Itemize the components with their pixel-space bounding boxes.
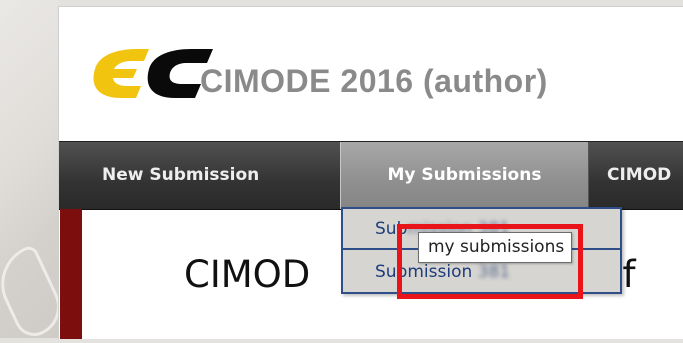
nav-cimode[interactable]: CIMOD: [607, 142, 671, 209]
app-title: CIMODE 2016 (author): [200, 63, 548, 99]
main-navbar: New Submission My Submissions CIMOD: [59, 141, 683, 210]
page-container: CIMODE 2016 (author) New Submission My S…: [58, 6, 683, 339]
nav-new-submission[interactable]: New Submission: [102, 142, 259, 209]
ec-logo: [93, 49, 213, 98]
background-left: [0, 0, 70, 343]
page-heading-left: CIMOD: [184, 253, 311, 296]
highlight-box: [397, 224, 583, 299]
nav-my-submissions[interactable]: My Submissions: [340, 142, 589, 209]
sidebar-accent-bar: [60, 209, 82, 339]
